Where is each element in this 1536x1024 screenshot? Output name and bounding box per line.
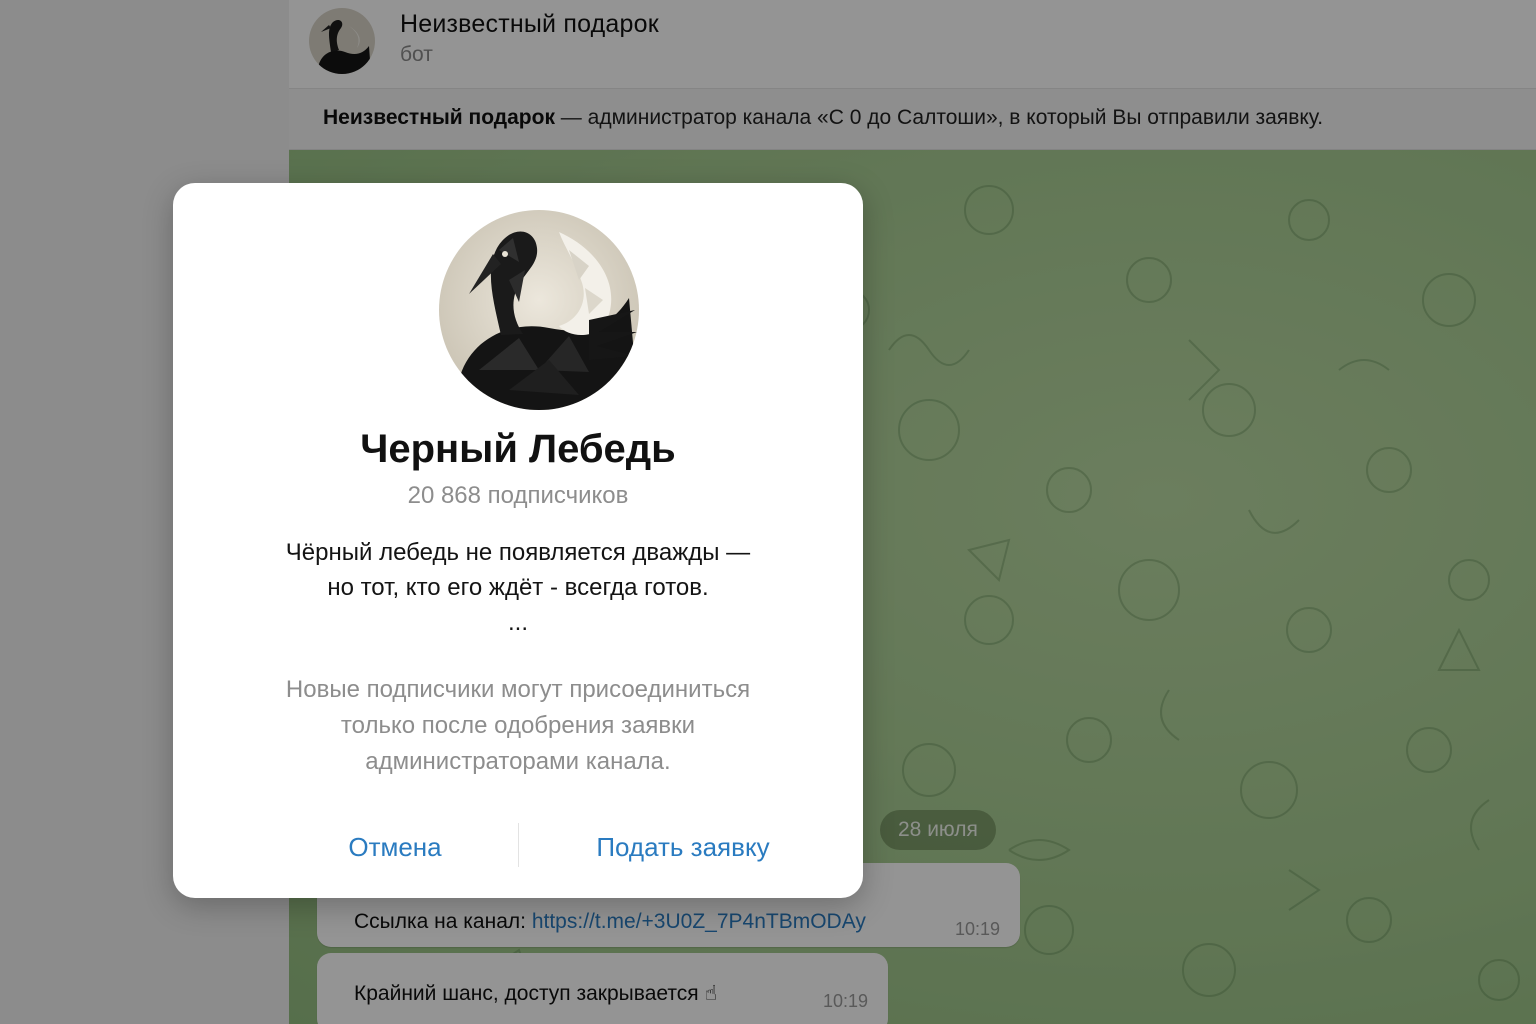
note-line: Новые подписчики могут присоединиться xyxy=(285,676,751,703)
black-swan-avatar-icon xyxy=(439,210,639,410)
cancel-button[interactable]: Отмена xyxy=(295,823,495,871)
note-line: только после одобрения заявки xyxy=(340,712,696,739)
button-divider xyxy=(518,823,519,867)
submit-request-button[interactable]: Подать заявку xyxy=(553,823,813,871)
channel-name: Черный Лебедь xyxy=(360,427,676,471)
approval-note: Новые подписчики могут присоединиться то… xyxy=(173,672,863,780)
channel-description: Чёрный лебедь не появляется дважды — но … xyxy=(173,535,863,640)
join-request-dialog: Черный Лебедь 20 868 подписчиков Чёрный … xyxy=(173,183,863,898)
description-line: но тот, кто его ждёт - всегда готов. xyxy=(327,574,709,601)
description-line: ... xyxy=(507,609,528,636)
channel-avatar xyxy=(439,210,639,410)
note-line: администраторами канала. xyxy=(365,748,671,775)
description-line: Чёрный лебедь не появляется дважды — xyxy=(285,539,751,566)
subscriber-count: 20 868 подписчиков xyxy=(407,482,629,509)
